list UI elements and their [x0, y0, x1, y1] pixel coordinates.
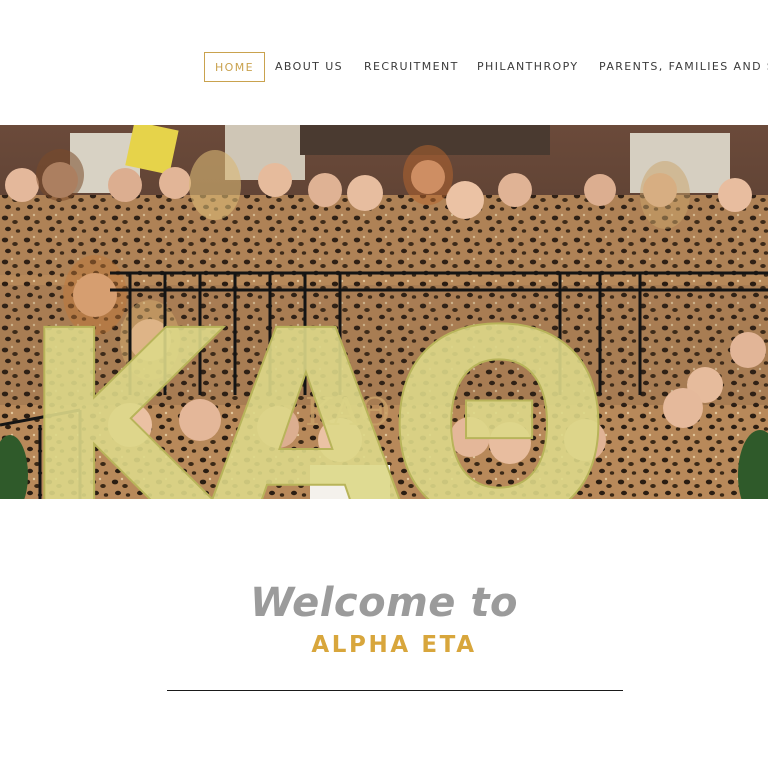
main-navigation: HOME ABOUT US RECRUITMENT PHILANTHROPY P…: [0, 52, 768, 82]
nav-philanthropy[interactable]: PHILANTHROPY: [477, 52, 579, 82]
nav-home[interactable]: HOME: [204, 52, 265, 82]
hero-banner: KAΘ KAΘ: [0, 125, 768, 499]
hero-photo: KAΘ KAΘ: [0, 125, 768, 499]
section-divider: [167, 690, 623, 691]
nav-about-us[interactable]: ABOUT US: [275, 52, 343, 82]
nav-parents-families[interactable]: PARENTS, FAMILIES AND S: [599, 52, 768, 82]
chapter-name: ALPHA ETA: [311, 632, 477, 659]
greek-letters-sign: KAΘ: [20, 275, 602, 499]
nav-recruitment[interactable]: RECRUITMENT: [364, 52, 459, 82]
welcome-heading: Welcome to: [250, 579, 518, 626]
